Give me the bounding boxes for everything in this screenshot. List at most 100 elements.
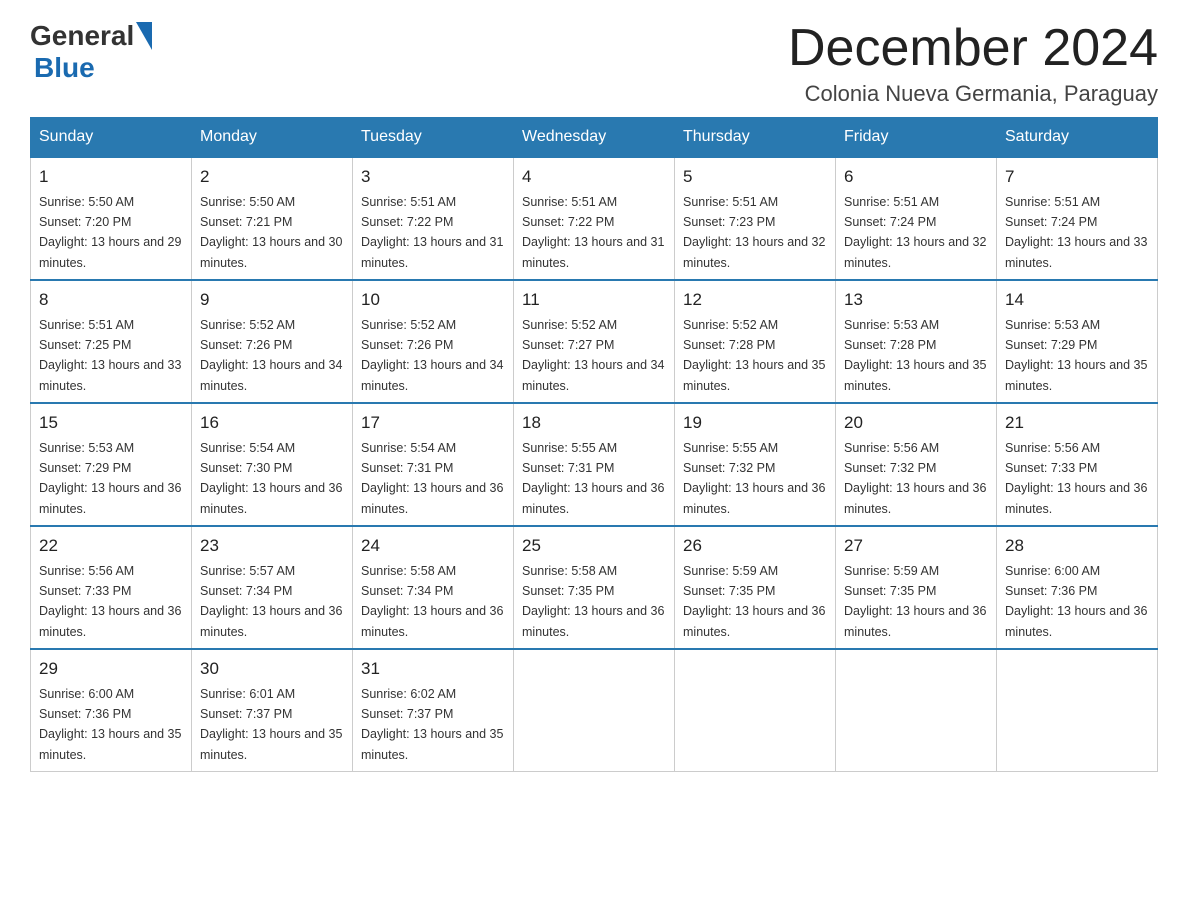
day-info: Sunrise: 5:51 AMSunset: 7:23 PMDaylight:… bbox=[683, 195, 825, 270]
day-number: 28 bbox=[1005, 533, 1149, 559]
calendar-cell: 10 Sunrise: 5:52 AMSunset: 7:26 PMDaylig… bbox=[353, 280, 514, 403]
calendar-cell: 7 Sunrise: 5:51 AMSunset: 7:24 PMDayligh… bbox=[997, 157, 1158, 280]
day-number: 19 bbox=[683, 410, 827, 436]
day-info: Sunrise: 5:52 AMSunset: 7:28 PMDaylight:… bbox=[683, 318, 825, 393]
day-info: Sunrise: 5:58 AMSunset: 7:34 PMDaylight:… bbox=[361, 564, 503, 639]
day-info: Sunrise: 6:00 AMSunset: 7:36 PMDaylight:… bbox=[1005, 564, 1147, 639]
day-info: Sunrise: 5:56 AMSunset: 7:32 PMDaylight:… bbox=[844, 441, 986, 516]
day-info: Sunrise: 5:56 AMSunset: 7:33 PMDaylight:… bbox=[39, 564, 181, 639]
day-info: Sunrise: 5:55 AMSunset: 7:31 PMDaylight:… bbox=[522, 441, 664, 516]
logo-general-text: General bbox=[30, 20, 134, 52]
calendar-cell: 8 Sunrise: 5:51 AMSunset: 7:25 PMDayligh… bbox=[31, 280, 192, 403]
calendar-cell: 24 Sunrise: 5:58 AMSunset: 7:34 PMDaylig… bbox=[353, 526, 514, 649]
day-info: Sunrise: 5:51 AMSunset: 7:22 PMDaylight:… bbox=[522, 195, 664, 270]
calendar-week-row: 29 Sunrise: 6:00 AMSunset: 7:36 PMDaylig… bbox=[31, 649, 1158, 772]
day-info: Sunrise: 5:52 AMSunset: 7:26 PMDaylight:… bbox=[200, 318, 342, 393]
day-info: Sunrise: 5:58 AMSunset: 7:35 PMDaylight:… bbox=[522, 564, 664, 639]
day-number: 25 bbox=[522, 533, 666, 559]
day-number: 20 bbox=[844, 410, 988, 436]
calendar-cell: 28 Sunrise: 6:00 AMSunset: 7:36 PMDaylig… bbox=[997, 526, 1158, 649]
day-number: 22 bbox=[39, 533, 183, 559]
calendar-header-row: SundayMondayTuesdayWednesdayThursdayFrid… bbox=[31, 118, 1158, 158]
location-subtitle: Colonia Nueva Germania, Paraguay bbox=[788, 81, 1158, 107]
day-number: 24 bbox=[361, 533, 505, 559]
day-info: Sunrise: 5:51 AMSunset: 7:22 PMDaylight:… bbox=[361, 195, 503, 270]
calendar-cell: 5 Sunrise: 5:51 AMSunset: 7:23 PMDayligh… bbox=[675, 157, 836, 280]
calendar-cell: 6 Sunrise: 5:51 AMSunset: 7:24 PMDayligh… bbox=[836, 157, 997, 280]
calendar-week-row: 22 Sunrise: 5:56 AMSunset: 7:33 PMDaylig… bbox=[31, 526, 1158, 649]
calendar-cell: 25 Sunrise: 5:58 AMSunset: 7:35 PMDaylig… bbox=[514, 526, 675, 649]
calendar-cell: 21 Sunrise: 5:56 AMSunset: 7:33 PMDaylig… bbox=[997, 403, 1158, 526]
col-header-friday: Friday bbox=[836, 118, 997, 158]
day-number: 2 bbox=[200, 164, 344, 190]
day-number: 4 bbox=[522, 164, 666, 190]
calendar-week-row: 1 Sunrise: 5:50 AMSunset: 7:20 PMDayligh… bbox=[31, 157, 1158, 280]
calendar-cell: 11 Sunrise: 5:52 AMSunset: 7:27 PMDaylig… bbox=[514, 280, 675, 403]
day-number: 27 bbox=[844, 533, 988, 559]
day-info: Sunrise: 5:51 AMSunset: 7:24 PMDaylight:… bbox=[844, 195, 986, 270]
calendar-cell bbox=[997, 649, 1158, 772]
calendar-cell: 16 Sunrise: 5:54 AMSunset: 7:30 PMDaylig… bbox=[192, 403, 353, 526]
day-info: Sunrise: 5:52 AMSunset: 7:27 PMDaylight:… bbox=[522, 318, 664, 393]
calendar-cell: 23 Sunrise: 5:57 AMSunset: 7:34 PMDaylig… bbox=[192, 526, 353, 649]
day-info: Sunrise: 5:50 AMSunset: 7:21 PMDaylight:… bbox=[200, 195, 342, 270]
day-info: Sunrise: 6:02 AMSunset: 7:37 PMDaylight:… bbox=[361, 687, 503, 762]
day-number: 1 bbox=[39, 164, 183, 190]
day-info: Sunrise: 5:55 AMSunset: 7:32 PMDaylight:… bbox=[683, 441, 825, 516]
day-number: 11 bbox=[522, 287, 666, 313]
day-info: Sunrise: 5:52 AMSunset: 7:26 PMDaylight:… bbox=[361, 318, 503, 393]
day-number: 31 bbox=[361, 656, 505, 682]
logo-blue-text: Blue bbox=[34, 52, 95, 84]
day-number: 8 bbox=[39, 287, 183, 313]
calendar-cell: 20 Sunrise: 5:56 AMSunset: 7:32 PMDaylig… bbox=[836, 403, 997, 526]
calendar-cell: 2 Sunrise: 5:50 AMSunset: 7:21 PMDayligh… bbox=[192, 157, 353, 280]
day-info: Sunrise: 5:56 AMSunset: 7:33 PMDaylight:… bbox=[1005, 441, 1147, 516]
day-info: Sunrise: 6:01 AMSunset: 7:37 PMDaylight:… bbox=[200, 687, 342, 762]
day-info: Sunrise: 5:54 AMSunset: 7:31 PMDaylight:… bbox=[361, 441, 503, 516]
calendar-cell: 18 Sunrise: 5:55 AMSunset: 7:31 PMDaylig… bbox=[514, 403, 675, 526]
calendar-table: SundayMondayTuesdayWednesdayThursdayFrid… bbox=[30, 117, 1158, 772]
day-info: Sunrise: 5:59 AMSunset: 7:35 PMDaylight:… bbox=[683, 564, 825, 639]
day-number: 15 bbox=[39, 410, 183, 436]
day-info: Sunrise: 5:51 AMSunset: 7:25 PMDaylight:… bbox=[39, 318, 181, 393]
calendar-cell: 15 Sunrise: 5:53 AMSunset: 7:29 PMDaylig… bbox=[31, 403, 192, 526]
calendar-week-row: 8 Sunrise: 5:51 AMSunset: 7:25 PMDayligh… bbox=[31, 280, 1158, 403]
day-info: Sunrise: 5:59 AMSunset: 7:35 PMDaylight:… bbox=[844, 564, 986, 639]
day-number: 29 bbox=[39, 656, 183, 682]
day-number: 30 bbox=[200, 656, 344, 682]
calendar-cell: 30 Sunrise: 6:01 AMSunset: 7:37 PMDaylig… bbox=[192, 649, 353, 772]
day-number: 23 bbox=[200, 533, 344, 559]
calendar-cell: 27 Sunrise: 5:59 AMSunset: 7:35 PMDaylig… bbox=[836, 526, 997, 649]
col-header-saturday: Saturday bbox=[997, 118, 1158, 158]
day-info: Sunrise: 5:54 AMSunset: 7:30 PMDaylight:… bbox=[200, 441, 342, 516]
calendar-cell: 26 Sunrise: 5:59 AMSunset: 7:35 PMDaylig… bbox=[675, 526, 836, 649]
calendar-cell: 13 Sunrise: 5:53 AMSunset: 7:28 PMDaylig… bbox=[836, 280, 997, 403]
calendar-cell: 29 Sunrise: 6:00 AMSunset: 7:36 PMDaylig… bbox=[31, 649, 192, 772]
col-header-thursday: Thursday bbox=[675, 118, 836, 158]
title-area: December 2024 Colonia Nueva Germania, Pa… bbox=[788, 20, 1158, 107]
calendar-cell bbox=[675, 649, 836, 772]
calendar-cell: 31 Sunrise: 6:02 AMSunset: 7:37 PMDaylig… bbox=[353, 649, 514, 772]
day-number: 6 bbox=[844, 164, 988, 190]
day-number: 13 bbox=[844, 287, 988, 313]
day-info: Sunrise: 5:51 AMSunset: 7:24 PMDaylight:… bbox=[1005, 195, 1147, 270]
day-number: 18 bbox=[522, 410, 666, 436]
day-info: Sunrise: 6:00 AMSunset: 7:36 PMDaylight:… bbox=[39, 687, 181, 762]
calendar-cell bbox=[836, 649, 997, 772]
day-number: 7 bbox=[1005, 164, 1149, 190]
calendar-cell: 22 Sunrise: 5:56 AMSunset: 7:33 PMDaylig… bbox=[31, 526, 192, 649]
logo-arrow-icon bbox=[136, 22, 152, 50]
calendar-cell: 1 Sunrise: 5:50 AMSunset: 7:20 PMDayligh… bbox=[31, 157, 192, 280]
calendar-cell: 14 Sunrise: 5:53 AMSunset: 7:29 PMDaylig… bbox=[997, 280, 1158, 403]
col-header-tuesday: Tuesday bbox=[353, 118, 514, 158]
col-header-wednesday: Wednesday bbox=[514, 118, 675, 158]
day-number: 10 bbox=[361, 287, 505, 313]
calendar-cell: 17 Sunrise: 5:54 AMSunset: 7:31 PMDaylig… bbox=[353, 403, 514, 526]
day-info: Sunrise: 5:53 AMSunset: 7:28 PMDaylight:… bbox=[844, 318, 986, 393]
day-info: Sunrise: 5:57 AMSunset: 7:34 PMDaylight:… bbox=[200, 564, 342, 639]
calendar-week-row: 15 Sunrise: 5:53 AMSunset: 7:29 PMDaylig… bbox=[31, 403, 1158, 526]
calendar-cell: 12 Sunrise: 5:52 AMSunset: 7:28 PMDaylig… bbox=[675, 280, 836, 403]
day-number: 12 bbox=[683, 287, 827, 313]
calendar-cell: 3 Sunrise: 5:51 AMSunset: 7:22 PMDayligh… bbox=[353, 157, 514, 280]
calendar-cell: 9 Sunrise: 5:52 AMSunset: 7:26 PMDayligh… bbox=[192, 280, 353, 403]
